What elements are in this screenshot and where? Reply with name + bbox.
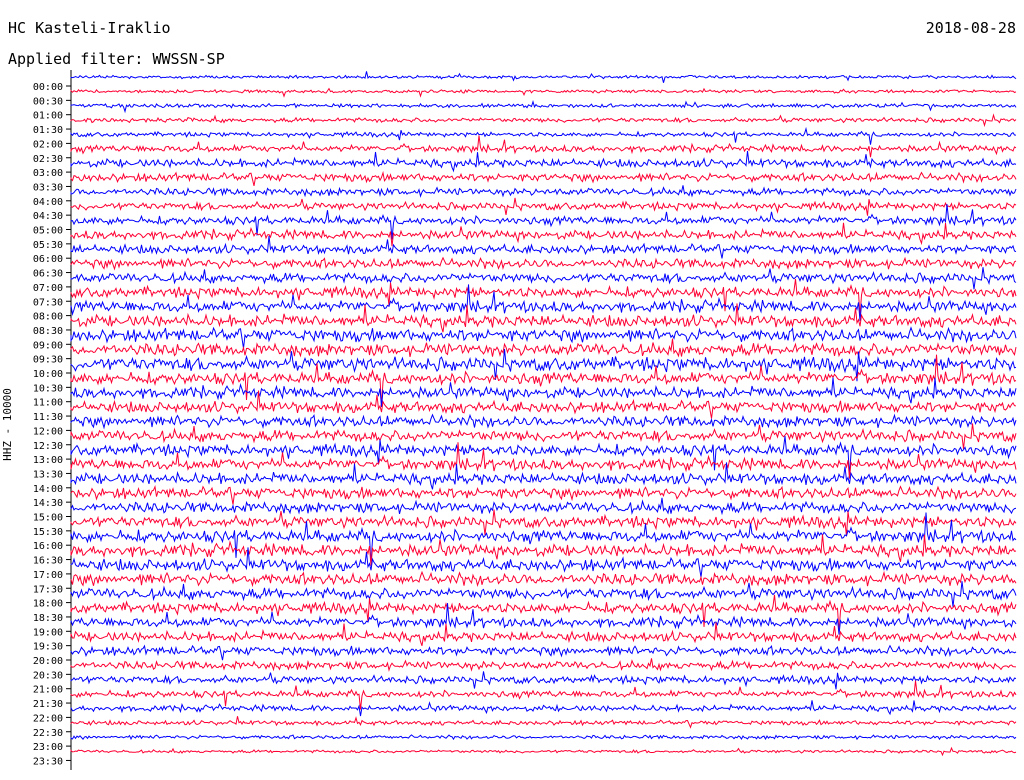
trace-line	[70, 746, 1017, 757]
row-time-label: 12:30	[33, 441, 63, 452]
row-time-label: 20:00	[33, 656, 63, 667]
row-time-label: 22:00	[33, 713, 63, 724]
trace-line	[70, 197, 1017, 216]
trace-line	[70, 279, 1017, 317]
row-time-label: 15:30	[33, 527, 63, 538]
trace-line	[70, 170, 1017, 187]
row-time-label: 03:30	[33, 182, 63, 193]
trace-line	[70, 256, 1017, 271]
row-time-label: 21:00	[33, 685, 63, 696]
trace-line	[70, 462, 1017, 490]
trace-line	[70, 71, 1017, 83]
trace-line	[70, 338, 1017, 358]
trace-line	[70, 700, 1017, 717]
row-time-label: 17:00	[33, 570, 63, 581]
row-time-label: 05:00	[33, 226, 63, 237]
trace-line	[70, 570, 1017, 588]
row-time-label: 04:00	[33, 197, 63, 208]
trace-line	[70, 99, 1017, 114]
row-time-label: 09:30	[33, 355, 63, 366]
row-time-label: 11:30	[33, 412, 63, 423]
trace-line	[70, 390, 1017, 419]
row-time-label: 23:00	[33, 742, 63, 753]
trace-line	[70, 594, 1017, 633]
row-time-label: 19:00	[33, 627, 63, 638]
row-time-label: 18:30	[33, 613, 63, 624]
row-time-label: 18:00	[33, 599, 63, 610]
row-time-label: 00:30	[33, 96, 63, 107]
trace-line	[70, 113, 1017, 128]
trace-line	[70, 734, 1017, 741]
row-time-label: 08:30	[33, 326, 63, 337]
trace-line	[70, 497, 1017, 516]
row-time-label: 17:30	[33, 584, 63, 595]
row-time-label: 07:00	[33, 283, 63, 294]
row-time-label: 15:00	[33, 513, 63, 524]
row-time-label: 06:30	[33, 269, 63, 280]
row-time-label: 10:00	[33, 369, 63, 380]
row-time-label: 05:30	[33, 240, 63, 251]
trace-line	[70, 267, 1017, 290]
row-time-label: 00:00	[33, 82, 63, 93]
row-time-label: 20:30	[33, 670, 63, 681]
row-time-label: 13:30	[33, 469, 63, 480]
row-time-label: 14:30	[33, 498, 63, 509]
trace-line	[70, 423, 1017, 449]
row-time-label: 01:00	[33, 111, 63, 122]
row-time-label: 13:00	[33, 455, 63, 466]
trace-line	[70, 150, 1017, 173]
trace-line	[70, 126, 1017, 145]
row-time-label: 14:00	[33, 484, 63, 495]
row-time-label: 16:00	[33, 541, 63, 552]
row-time-label: 06:00	[33, 254, 63, 265]
row-time-label: 16:30	[33, 556, 63, 567]
trace-line	[70, 485, 1017, 505]
trace-line	[70, 185, 1017, 198]
trace-line	[70, 622, 1017, 646]
row-time-label: 02:00	[33, 139, 63, 150]
trace-line	[70, 135, 1017, 158]
row-time-label: 19:30	[33, 642, 63, 653]
row-time-label: 22:30	[33, 728, 63, 739]
row-time-label: 11:00	[33, 398, 63, 409]
row-time-label: 12:00	[33, 426, 63, 437]
row-time-label: 23:30	[33, 756, 63, 767]
trace-line	[70, 716, 1017, 729]
row-time-label: 21:30	[33, 699, 63, 710]
trace-line	[70, 235, 1017, 259]
trace-line	[70, 658, 1017, 672]
row-time-label: 04:30	[33, 211, 63, 222]
trace-line	[70, 284, 1017, 321]
trace-line	[70, 644, 1017, 661]
row-time-label: 01:30	[33, 125, 63, 136]
trace-line	[70, 413, 1017, 430]
row-time-label: 09:00	[33, 340, 63, 351]
trace-line	[70, 222, 1017, 247]
trace-line	[70, 377, 1017, 407]
row-time-label: 08:00	[33, 312, 63, 323]
row-time-label: 03:00	[33, 168, 63, 179]
row-time-label: 07:30	[33, 297, 63, 308]
seismogram-plot: 00:00 00:30 01:00 01:30 02:00 02:30 03:00 03:30…	[33, 70, 1017, 770]
row-time-label: 10:30	[33, 383, 63, 394]
trace-line	[70, 442, 1017, 479]
trace-line	[70, 581, 1017, 607]
trace-line	[70, 671, 1017, 690]
trace-line	[70, 87, 1017, 98]
row-time-label: 02:30	[33, 154, 63, 165]
